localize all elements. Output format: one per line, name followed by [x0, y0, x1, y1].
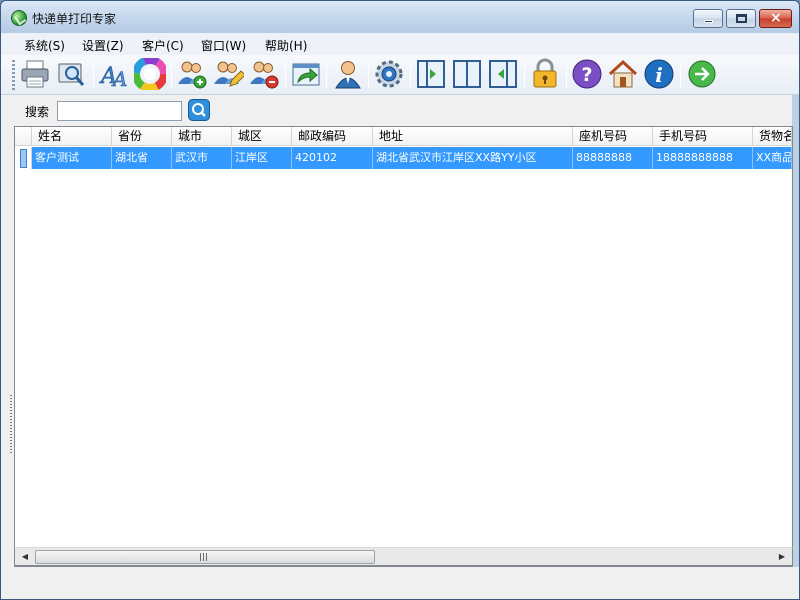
color-wheel-icon[interactable]	[134, 58, 166, 90]
column-header-postcode[interactable]: 邮政编码	[292, 127, 373, 146]
minimize-button[interactable]	[693, 9, 723, 28]
svg-text:i: i	[655, 63, 663, 87]
window-title: 快递单打印专家	[32, 12, 117, 26]
user-icon[interactable]	[332, 58, 364, 90]
search-button[interactable]	[188, 99, 210, 121]
export-icon[interactable]	[290, 58, 322, 90]
minimize-icon	[704, 20, 713, 23]
column-header-city[interactable]: 城市	[172, 127, 232, 146]
panel-right-icon[interactable]	[415, 58, 447, 90]
maximize-icon	[736, 14, 747, 23]
cell-mobile[interactable]: 18888888888	[653, 147, 753, 169]
horizontal-scrollbar[interactable]: ◀ ▶	[14, 547, 793, 566]
print-preview-icon[interactable]	[55, 58, 87, 90]
cell-province[interactable]: 湖北省	[112, 147, 172, 169]
cell-district[interactable]: 江岸区	[232, 147, 292, 169]
menu-customer[interactable]: 客户(C)	[142, 37, 184, 54]
font-icon[interactable]: A A	[99, 58, 131, 90]
scroll-left-arrow[interactable]: ◀	[18, 550, 32, 564]
cell-city[interactable]: 武汉市	[172, 147, 232, 169]
info-icon[interactable]: i	[643, 58, 675, 90]
app-window: 快递单打印专家 × 系统(S) 设置(Z) 客户(C) 窗口(W) 帮助(H) …	[0, 0, 800, 600]
scroll-thumb[interactable]	[35, 550, 375, 564]
cell-address[interactable]: 湖北省武汉市江岸区XX路YY小区	[373, 147, 573, 169]
close-button[interactable]: ×	[759, 9, 792, 28]
search-input[interactable]	[57, 101, 182, 121]
cell-postcode[interactable]: 420102	[292, 147, 373, 169]
add-customer-icon[interactable]	[176, 58, 208, 90]
menu-window[interactable]: 窗口(W)	[201, 37, 246, 54]
menu-system[interactable]: 系统(S)	[24, 37, 65, 54]
column-header-name[interactable]: 姓名	[32, 127, 112, 146]
customer-table: 姓名 省份 城市 城区 邮政编码 地址 座机号码 手机号码 货物名 客户测试 湖…	[14, 126, 793, 567]
cell-name[interactable]: 客户测试	[32, 147, 112, 169]
select-all-corner[interactable]	[15, 127, 32, 146]
app-logo-icon	[11, 10, 27, 26]
toolbar-separator	[93, 61, 94, 89]
column-header-province[interactable]: 省份	[112, 127, 172, 146]
row-selector[interactable]	[15, 147, 32, 169]
menu-help[interactable]: 帮助(H)	[265, 37, 307, 54]
help-icon[interactable]: ?	[571, 58, 603, 90]
splitter-handle[interactable]	[10, 395, 12, 455]
lock-icon[interactable]	[529, 58, 561, 90]
table-row[interactable]: 客户测试 湖北省 武汉市 江岸区 420102 湖北省武汉市江岸区XX路YY小区…	[15, 147, 792, 169]
settings-gear-icon[interactable]	[373, 58, 405, 90]
toolbar-separator	[326, 61, 327, 89]
search-bar: 搜索	[14, 95, 792, 126]
toolbar-separator	[524, 61, 525, 89]
svg-text:?: ?	[581, 64, 592, 86]
title-bar[interactable]: 快递单打印专家 ×	[1, 1, 799, 33]
cell-goods[interactable]: XX商品	[753, 147, 792, 169]
printer-icon[interactable]	[19, 58, 51, 90]
menu-settings[interactable]: 设置(Z)	[82, 37, 124, 54]
column-header-mobile[interactable]: 手机号码	[653, 127, 753, 146]
toolbar-separator	[410, 61, 411, 89]
close-icon: ×	[770, 10, 782, 26]
column-header-goods[interactable]: 货物名	[753, 127, 792, 146]
toolbar-separator	[368, 61, 369, 89]
table-header: 姓名 省份 城市 城区 邮政编码 地址 座机号码 手机号码 货物名	[15, 127, 792, 146]
edit-customer-icon[interactable]	[212, 58, 244, 90]
status-bar	[1, 567, 799, 599]
toolbar-separator	[566, 61, 567, 89]
menu-bar: 系统(S) 设置(Z) 客户(C) 窗口(W) 帮助(H)	[1, 33, 799, 55]
cell-landline[interactable]: 88888888	[573, 147, 653, 169]
delete-customer-icon[interactable]	[248, 58, 280, 90]
next-arrow-icon[interactable]	[686, 58, 718, 90]
scroll-right-arrow[interactable]: ▶	[775, 550, 789, 564]
panel-left-icon[interactable]	[487, 58, 519, 90]
column-header-district[interactable]: 城区	[232, 127, 292, 146]
search-label: 搜索	[25, 105, 50, 119]
maximize-button[interactable]	[726, 9, 756, 28]
left-panel-edge	[1, 95, 14, 599]
column-header-address[interactable]: 地址	[373, 127, 573, 146]
panel-split-icon[interactable]	[451, 58, 483, 90]
scroll-grip-icon	[200, 553, 208, 561]
column-header-landline[interactable]: 座机号码	[573, 127, 653, 146]
toolbar: A A ? i	[1, 55, 799, 95]
svg-text:A: A	[111, 67, 127, 90]
toolbar-separator	[171, 61, 172, 89]
toolbar-grip[interactable]	[12, 60, 15, 90]
toolbar-separator	[680, 61, 681, 89]
home-icon[interactable]	[607, 58, 639, 90]
toolbar-separator	[285, 61, 286, 89]
